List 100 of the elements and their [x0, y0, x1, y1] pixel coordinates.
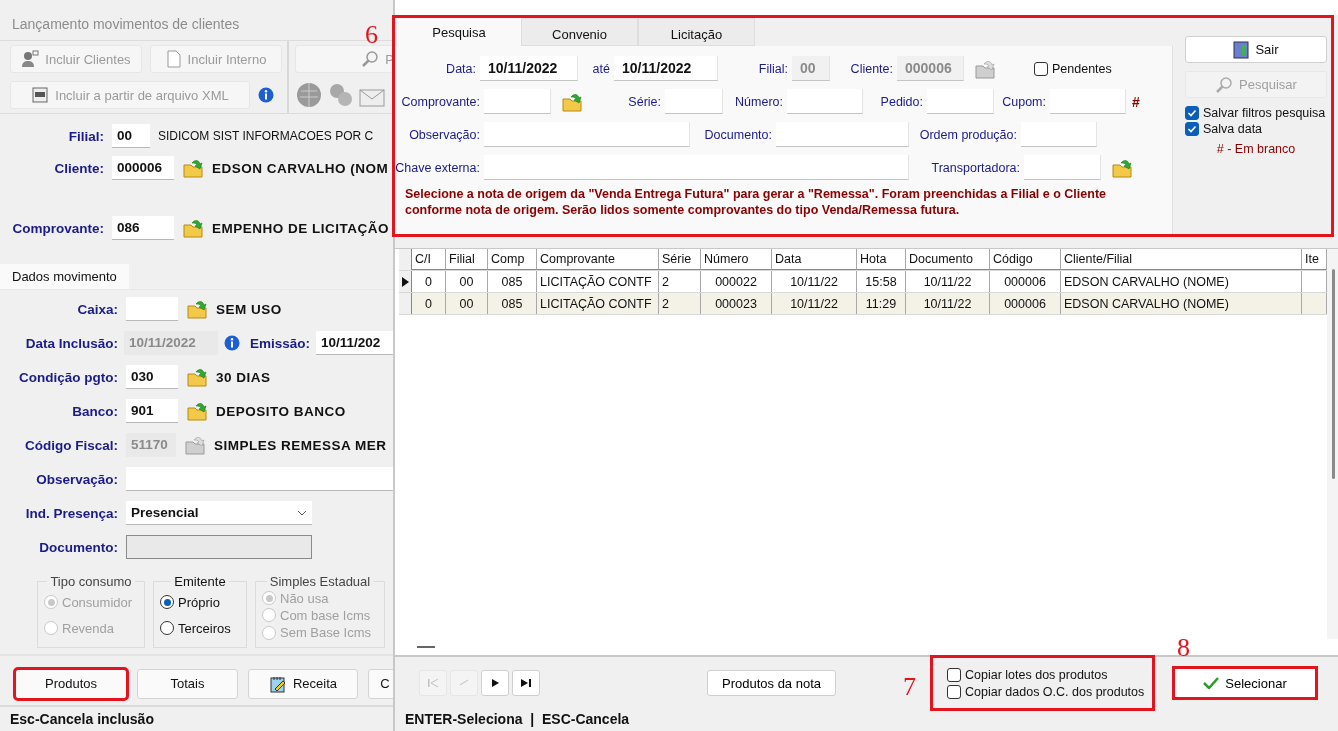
description-text: SIMPLES REMESSA MER: [214, 437, 387, 453]
field-label: Cliente:: [53, 160, 104, 176]
navigation-button[interactable]: [512, 670, 540, 696]
input-field: 51170: [126, 433, 176, 458]
column-header[interactable]: Data: [772, 249, 857, 270]
field-label: Código Fiscal:: [24, 437, 118, 453]
input-field[interactable]: 086: [112, 216, 174, 241]
globe-icon[interactable]: [295, 81, 323, 110]
search-icon: [1215, 75, 1234, 94]
action-button[interactable]: Receita: [248, 668, 358, 699]
exit-button[interactable]: Sair: [1185, 36, 1327, 63]
folder-arrow-icon[interactable]: [186, 400, 208, 423]
column-header[interactable]: Comprovante: [537, 249, 659, 270]
table-cell: 00: [446, 271, 488, 292]
column-header[interactable]: C/I: [412, 249, 446, 270]
door-icon: [1233, 40, 1250, 59]
legend-text: # - Em branco: [1215, 142, 1297, 156]
action-button[interactable]: Totais: [137, 668, 238, 699]
field-label: Pedido:: [879, 94, 924, 109]
radio-option[interactable]: Próprio: [160, 594, 240, 610]
table-cell: 2: [659, 271, 701, 292]
radio-option[interactable]: Terceiros: [160, 620, 240, 636]
table-cell: 10/11/22: [772, 293, 857, 314]
option-checkbox[interactable]: Salva data: [1185, 122, 1327, 136]
folder-arrow-icon[interactable]: [182, 217, 204, 240]
input-field[interactable]: 000006: [112, 156, 174, 181]
column-header[interactable]: Hota: [857, 249, 906, 270]
field-label: Chave externa:: [395, 160, 481, 175]
annotation-number: 6: [365, 22, 378, 48]
field-label: Documento:: [703, 127, 773, 142]
blank-marker: #: [1132, 93, 1140, 110]
description-text: DEPOSITO BANCO: [216, 403, 346, 419]
tab[interactable]: Convenio: [521, 18, 638, 46]
field-label: Comprovante:: [11, 220, 104, 236]
column-header[interactable]: Documento: [906, 249, 990, 270]
column-header[interactable]: Cliente/Filial: [1061, 249, 1302, 270]
table-cell: 000006: [990, 293, 1061, 314]
field-label: Cupom:: [1001, 94, 1047, 109]
group-title: Simples Estadual: [268, 574, 372, 590]
table-cell: 085: [488, 293, 537, 314]
table-cell: EDSON CARVALHO (NOME): [1061, 271, 1302, 292]
table-cell: 0: [412, 293, 446, 314]
table-row[interactable]: 0 00 085 LICITAÇÃO CONTF 2 000023 10/11/22 11:29 10/11/22 000006 EDSON CARVALHO (NOME): [399, 293, 1327, 315]
field-label: Condição pgto:: [18, 369, 118, 385]
action-button[interactable]: Produtos: [15, 668, 127, 699]
table-cell: 00: [446, 293, 488, 314]
input-field[interactable]: 10/11/2022: [480, 56, 578, 81]
table-cell: 000023: [701, 293, 772, 314]
field-label: Data:: [445, 61, 477, 76]
option-checkbox[interactable]: Copiar dados O.C. dos produtos: [947, 684, 1153, 699]
date-field: 10/11/2022: [124, 331, 218, 356]
input-field[interactable]: 00: [112, 124, 150, 149]
option-checkbox[interactable]: Salvar filtros pesquisa: [1185, 106, 1327, 120]
field-label: Observação:: [35, 471, 118, 487]
description-text: SIDICOM SIST INFORMACOES POR C: [158, 129, 374, 144]
folder-icon: [184, 434, 206, 457]
input-field[interactable]: 10/11/2022: [614, 56, 718, 81]
document-icon: [165, 50, 182, 69]
table-cell: 11:29: [857, 293, 906, 314]
action-button[interactable]: C: [368, 668, 393, 699]
folder-arrow-icon[interactable]: [182, 157, 204, 180]
row-header-cell: [399, 293, 412, 314]
input-field[interactable]: 901: [126, 399, 178, 424]
tab[interactable]: Pesquisa: [397, 18, 521, 46]
pendentes-checkbox[interactable]: Pendentes: [1034, 61, 1112, 76]
skip-back-icon: [427, 678, 439, 688]
column-header[interactable]: Comp: [488, 249, 537, 270]
field-label: Série:: [627, 94, 662, 109]
column-header[interactable]: Filial: [446, 249, 488, 270]
radio-option: Revenda: [44, 620, 138, 636]
field-label: até: [591, 61, 611, 76]
input-field[interactable]: [126, 467, 393, 492]
column-header[interactable]: Série: [659, 249, 701, 270]
description-text: SEM USO: [216, 301, 282, 317]
select-field[interactable]: Presencial: [126, 501, 312, 526]
table-cell: 000006: [990, 271, 1061, 292]
table-cell: 15:58: [857, 271, 906, 292]
column-header[interactable]: Código: [990, 249, 1061, 270]
folder-arrow-icon[interactable]: [186, 298, 208, 321]
navigation-button[interactable]: [481, 670, 509, 696]
field-label: Ordem produção:: [918, 127, 1018, 142]
select-button[interactable]: Selecionar: [1173, 667, 1318, 699]
table-cell: LICITAÇÃO CONTF: [537, 271, 659, 292]
option-checkbox[interactable]: Copiar lotes dos produtos: [947, 667, 1153, 682]
tab[interactable]: Dados movimento: [0, 264, 129, 290]
table-row[interactable]: 0 00 085 LICITAÇÃO CONTF 2 000022 10/11/22 15:58 10/11/22 000006 EDSON CARVALHO (NOME): [399, 271, 1327, 293]
tab[interactable]: Licitação: [638, 18, 755, 46]
table-cell: 10/11/22: [906, 293, 990, 314]
products-button[interactable]: Produtos da nota: [707, 670, 837, 696]
field-label: Transportadora:: [930, 160, 1021, 175]
column-header[interactable]: Número: [701, 249, 772, 270]
field-label: Data Inclusão:: [24, 335, 118, 351]
radio-option: Com base Icms: [262, 607, 378, 623]
input-field[interactable]: [126, 297, 178, 322]
row-pointer-icon: [401, 276, 409, 287]
input-field: 00: [792, 56, 830, 81]
folder-arrow-icon[interactable]: [186, 366, 208, 389]
input-field[interactable]: 030: [126, 365, 178, 390]
column-header[interactable]: Ite: [1302, 249, 1327, 270]
info-icon: [224, 335, 240, 352]
